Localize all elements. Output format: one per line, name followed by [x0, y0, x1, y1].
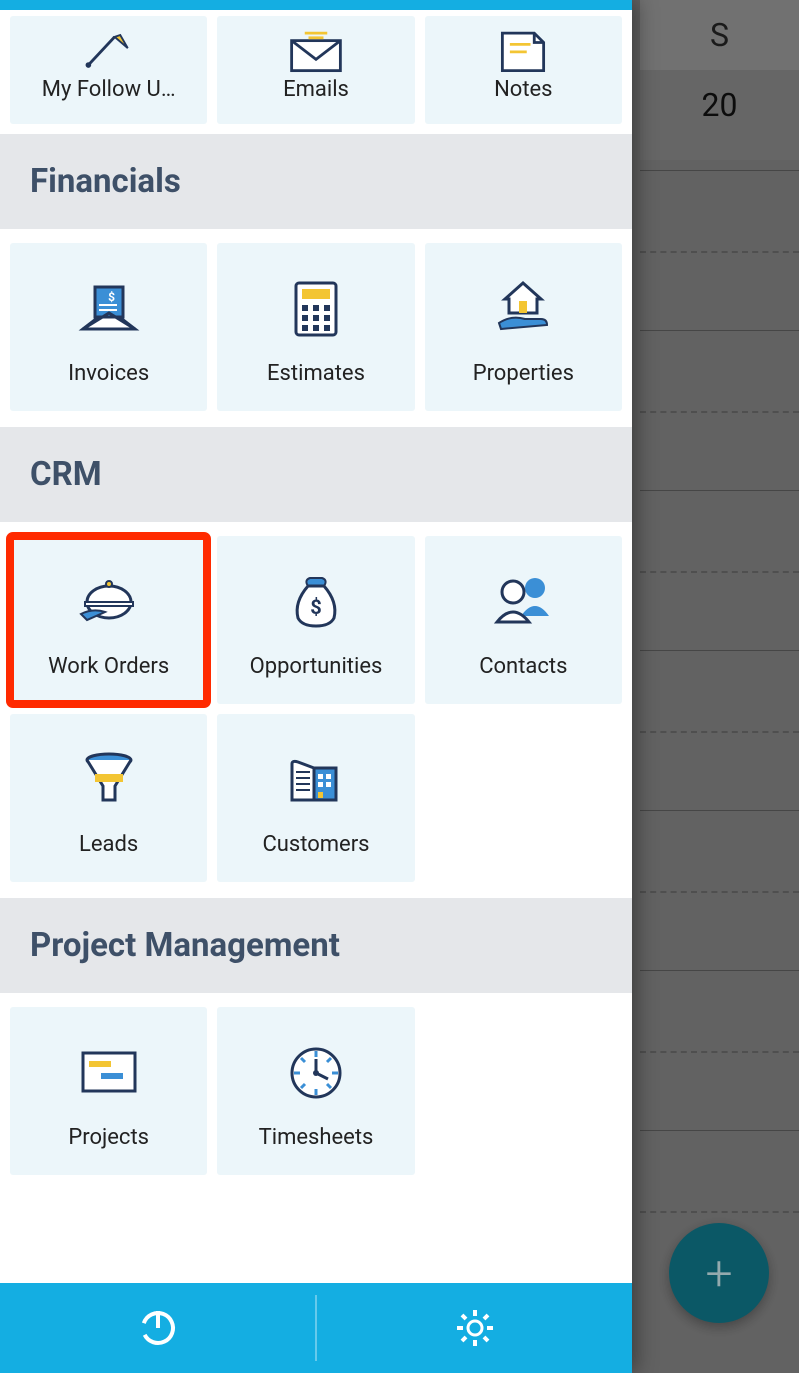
nav-tile-estimates[interactable]: Estimates	[217, 243, 414, 411]
people-icon	[485, 568, 561, 636]
section-header-financials: Financials	[0, 134, 632, 229]
settings-button[interactable]	[317, 1283, 632, 1373]
tile-label: Customers	[262, 832, 369, 857]
nav-tile-my-follow-ups[interactable]: My Follow U…	[10, 16, 207, 124]
drawer-accent-bar	[0, 0, 632, 10]
power-icon	[138, 1308, 178, 1348]
tile-label: Timesheets	[259, 1125, 374, 1150]
section-header-pm: Project Management	[0, 898, 632, 993]
tile-label: Invoices	[68, 361, 149, 386]
nav-tile-work-orders[interactable]: Work Orders	[10, 536, 207, 704]
pin-icon	[79, 27, 139, 73]
gantt-icon	[71, 1039, 147, 1107]
nav-tile-properties[interactable]: Properties	[425, 243, 622, 411]
tile-label: Notes	[494, 77, 552, 102]
note-icon	[493, 27, 553, 73]
nav-tile-customers[interactable]: Customers	[217, 714, 414, 882]
tile-label: My Follow U…	[42, 77, 176, 102]
calculator-icon	[278, 275, 354, 343]
navigation-drawer: My Follow U… Emails Notes Financials Inv…	[0, 0, 632, 1373]
tile-label: Estimates	[267, 361, 365, 386]
envelope-icon	[286, 27, 346, 73]
nav-tile-projects[interactable]: Projects	[10, 1007, 207, 1175]
nav-tile-opportunities[interactable]: Opportunities	[217, 536, 414, 704]
section-header-crm: CRM	[0, 427, 632, 522]
clock-icon	[278, 1039, 354, 1107]
power-button[interactable]	[0, 1283, 315, 1373]
nav-tile-invoices[interactable]: Invoices	[10, 243, 207, 411]
invoice-icon	[71, 275, 147, 343]
money-bag-icon	[278, 568, 354, 636]
drawer-bottom-bar	[0, 1283, 632, 1373]
serve-icon	[71, 568, 147, 636]
plus-icon: +	[705, 1245, 732, 1302]
nav-tile-timesheets[interactable]: Timesheets	[217, 1007, 414, 1175]
tile-label: Opportunities	[250, 654, 383, 679]
tile-label: Emails	[283, 77, 349, 102]
nav-tile-leads[interactable]: Leads	[10, 714, 207, 882]
tile-label: Projects	[68, 1125, 149, 1150]
buildings-icon	[278, 746, 354, 814]
tile-label: Properties	[473, 361, 574, 386]
nav-tile-emails[interactable]: Emails	[217, 16, 414, 124]
drawer-body: My Follow U… Emails Notes Financials Inv…	[0, 10, 632, 1283]
tile-label: Leads	[79, 832, 138, 857]
nav-tile-notes[interactable]: Notes	[425, 16, 622, 124]
tile-label: Work Orders	[48, 654, 169, 679]
funnel-icon	[71, 746, 147, 814]
nav-tile-contacts[interactable]: Contacts	[425, 536, 622, 704]
house-hand-icon	[485, 275, 561, 343]
gear-icon	[455, 1308, 495, 1348]
tile-label: Contacts	[479, 654, 567, 679]
add-fab[interactable]: +	[669, 1223, 769, 1323]
